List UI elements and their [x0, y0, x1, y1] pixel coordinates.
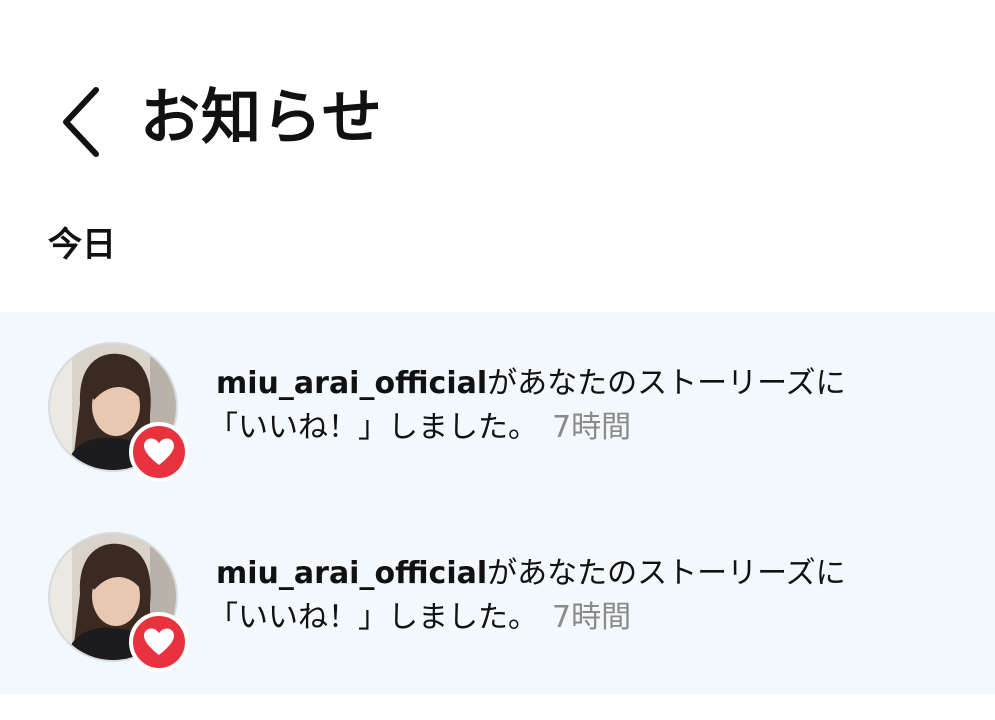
like-badge [129, 612, 189, 672]
notification-message-cont: 「いいね！」しました。 [208, 410, 538, 445]
username-link[interactable]: miu_arai_official [216, 366, 487, 401]
notification-line2: 「いいね！」しました。 7時間 [208, 406, 976, 450]
notification-item[interactable]: miu_arai_officialがあなたのストーリーズに 「いいね！」しました… [0, 340, 995, 500]
chevron-left-icon [63, 87, 99, 157]
header: お知らせ [0, 62, 995, 172]
notification-line1: miu_arai_officialがあなたのストーリーズに [216, 552, 976, 596]
notification-item[interactable]: miu_arai_officialがあなたのストーリーズに 「いいね！」しました… [0, 530, 995, 690]
notification-text: miu_arai_officialがあなたのストーリーズに 「いいね！」しました… [208, 552, 976, 640]
notification-text: miu_arai_officialがあなたのストーリーズに 「いいね！」しました… [208, 362, 976, 450]
username-link[interactable]: miu_arai_official [216, 556, 487, 591]
page-title: お知らせ [140, 83, 383, 153]
timestamp: 7時間 [552, 600, 632, 635]
notification-message: があなたのストーリーズに [487, 556, 846, 591]
back-button[interactable] [52, 82, 112, 162]
notification-message-cont: 「いいね！」しました。 [208, 600, 538, 635]
like-badge [129, 422, 189, 482]
notification-message: があなたのストーリーズに [487, 366, 846, 401]
heart-icon [144, 628, 174, 655]
timestamp: 7時間 [552, 410, 632, 445]
notification-list: miu_arai_officialがあなたのストーリーズに 「いいね！」しました… [0, 312, 995, 694]
notification-line2: 「いいね！」しました。 7時間 [208, 596, 976, 640]
heart-icon [144, 438, 174, 465]
section-heading-today: 今日 [48, 225, 116, 265]
avatar-container [48, 342, 189, 482]
avatar-container [48, 532, 189, 672]
notification-line1: miu_arai_officialがあなたのストーリーズに [216, 362, 976, 406]
